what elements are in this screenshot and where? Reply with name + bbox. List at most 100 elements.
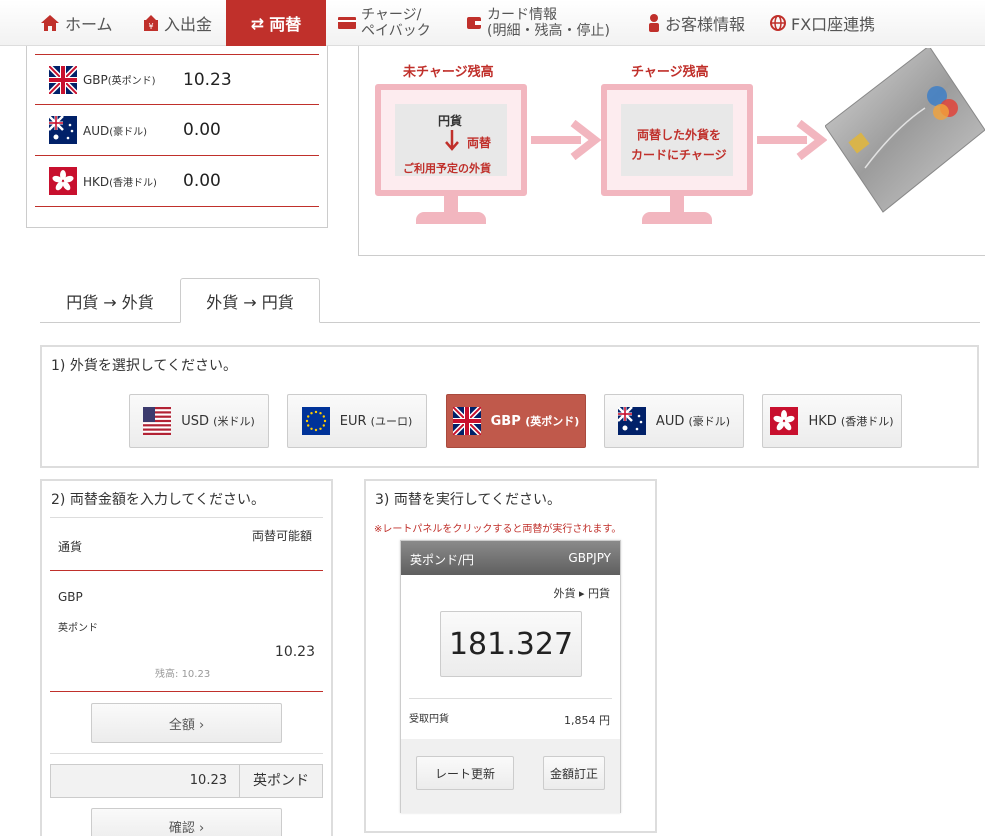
nav-card-line2: (明細・残高・停止) (487, 23, 610, 39)
balance-amount: 0.00 (183, 120, 221, 140)
currency-name: (英ポンド) (525, 415, 580, 428)
step3-note: ※レートパネルをクリックすると両替が実行されます。 (374, 524, 622, 535)
nav-fx-label: FX口座連携 (791, 15, 876, 34)
available-header: 両替可能額 (252, 529, 313, 543)
correct-amount-button[interactable]: 金額訂正 (543, 756, 605, 790)
receive-value: 1,854 円 (564, 714, 610, 727)
balance-caption: 残高: 10.23 (155, 665, 210, 680)
currency-button-gbp[interactable]: GBP (英ポンド) (446, 394, 586, 448)
currency-name: (香港ドル) (840, 415, 894, 428)
nav-fx[interactable]: FX口座連携 (770, 0, 875, 46)
card-icon (338, 16, 356, 30)
refresh-rate-button[interactable]: レート更新 (416, 756, 514, 790)
currency-code: AUD (655, 413, 685, 429)
currency-button-aud[interactable]: AUD (豪ドル) (604, 394, 744, 448)
step2-title: 2) 両替金額を入力してください。 (51, 492, 265, 508)
person-icon (648, 14, 660, 32)
nav-customer[interactable]: お客様情報 (648, 0, 745, 46)
rate-button[interactable]: 181.327 (440, 611, 582, 677)
nav-charge-line1: チャージ/ (361, 7, 422, 23)
australia-flag-icon (617, 407, 646, 435)
balance-amount: 0.00 (183, 171, 221, 191)
step1-title: 1) 外貨を選択してください。 (51, 358, 237, 374)
pair-name: 英ポンド/円 (410, 553, 475, 567)
pair-code: GBPJPY (568, 551, 611, 565)
home-icon (40, 14, 60, 32)
currency-name: (豪ドル) (688, 415, 731, 428)
balance-name: (英ポンド) (107, 76, 156, 87)
currency-button-hkd[interactable]: HKD (香港ドル) (762, 394, 902, 448)
svg-text:¥: ¥ (148, 22, 153, 31)
prepaid-card-image (825, 48, 985, 213)
globe-icon (770, 15, 786, 31)
balance-row-gbp: GBP(英ポンド) 10.23 (35, 54, 319, 105)
amount-input[interactable]: 10.23 (51, 765, 239, 797)
rate-panel-header: 英ポンド/円 GBPJPY (401, 541, 620, 575)
amount-input-group: 10.23 英ポンド (50, 764, 323, 798)
receive-label: 受取円貨 (409, 714, 449, 725)
hongkong-flag-icon (49, 167, 77, 195)
balance-row-aud: AUD(豪ドル) 0.00 (35, 105, 319, 156)
diagram-yen-label: 円貨 (438, 114, 463, 128)
balance-code: GBP (83, 73, 108, 87)
nav-card-info[interactable]: カード情報 (明細・残高・停止) (466, 0, 610, 46)
balance-list: GBP(英ポンド) 10.23 AUD(豪ドル) 0.00 HKD(香港ドル) (26, 46, 328, 228)
hongkong-flag-icon (770, 407, 799, 435)
currency-code: USD (181, 413, 210, 429)
diagram-right-line1: 両替した外貨を (637, 128, 722, 142)
currency-code: HKD (808, 413, 837, 429)
us-flag-icon (143, 407, 172, 435)
monitor-left: 円貨 両替 ご利用予定の外貨 (375, 84, 527, 196)
nav-customer-label: お客様情報 (665, 15, 746, 34)
currency-code: EUR (339, 413, 367, 429)
top-navigation: ホーム ¥ 入出金 ⇄ 両替 チャージ/ペイバック カード情報 (明細・残高・停止… (0, 0, 985, 46)
down-arrow-icon (445, 130, 459, 151)
nav-home-label: ホーム (65, 15, 113, 34)
uk-flag-icon (49, 65, 77, 94)
diagram-right-title: チャージ残高 (631, 65, 709, 80)
currency-name: (ユーロ) (370, 415, 413, 428)
currency-header: 通貨 (58, 540, 83, 554)
tab-yen-to-foreign[interactable]: 円貨 → 外貨 (40, 278, 180, 323)
nav-home[interactable]: ホーム (40, 0, 113, 46)
amount-unit: 英ポンド (239, 765, 322, 797)
uk-flag-icon (452, 407, 481, 435)
monitor-right: 両替した外貨を カードにチャージ (601, 84, 753, 196)
exchange-arrows-icon: ⇄ (250, 13, 265, 33)
right-arrow-icon (757, 120, 827, 160)
nav-deposit-label: 入出金 (164, 15, 213, 34)
balance-row-hkd: HKD(香港ドル) 0.00 (35, 156, 319, 207)
nav-charge-line2: ペイバック (361, 23, 431, 39)
balance-code: HKD (83, 174, 110, 189)
nav-charge[interactable]: チャージ/ペイバック (338, 0, 431, 46)
step3-title: 3) 両替を実行してください。 (375, 492, 561, 508)
nav-exchange-label: 両替 (269, 15, 302, 34)
nav-deposit[interactable]: ¥ 入出金 (143, 0, 212, 46)
balance-label: 残高: (155, 669, 179, 680)
selected-currency-name: 英ポンド (58, 623, 98, 634)
balance-amount: 10.23 (183, 69, 232, 90)
balance-name: (豪ドル) (109, 126, 148, 138)
nav-card-line1: カード情報 (487, 7, 557, 23)
charge-diagram: 未チャージ残高 チャージ残高 円貨 両替 ご利用予定の外貨 両替した外貨を カー… (358, 46, 985, 256)
available-amount: 10.23 (274, 644, 315, 660)
currency-button-usd[interactable]: USD (米ドル) (129, 394, 269, 448)
rate-panel[interactable]: 英ポンド/円 GBPJPY 外貨 ▸ 円貨 181.327 受取円貨 1,854… (400, 540, 621, 813)
australia-flag-icon (49, 116, 77, 144)
currency-button-eur[interactable]: EUR (ユーロ) (287, 394, 427, 448)
eu-flag-icon (301, 407, 330, 435)
confirm-button[interactable]: 確認 › (91, 808, 282, 836)
selected-currency-code: GBP (58, 590, 83, 604)
deposit-icon: ¥ (143, 14, 159, 32)
currency-name: (米ドル) (213, 415, 255, 428)
diagram-exchange-label: 両替 (467, 136, 492, 150)
all-amount-button[interactable]: 全額 › (91, 703, 282, 743)
wallet-icon (466, 15, 482, 31)
nav-exchange[interactable]: ⇄ 両替 (226, 0, 326, 46)
diagram-foreign-label: ご利用予定の外貨 (403, 162, 491, 175)
tab-foreign-to-yen[interactable]: 外貨 → 円貨 (180, 278, 320, 323)
diagram-right-line2: カードにチャージ (631, 148, 727, 162)
balance-name: (香港ドル) (109, 177, 157, 189)
currency-code: GBP (490, 413, 521, 429)
direction-label: 外貨 ▸ 円貨 (553, 587, 610, 600)
